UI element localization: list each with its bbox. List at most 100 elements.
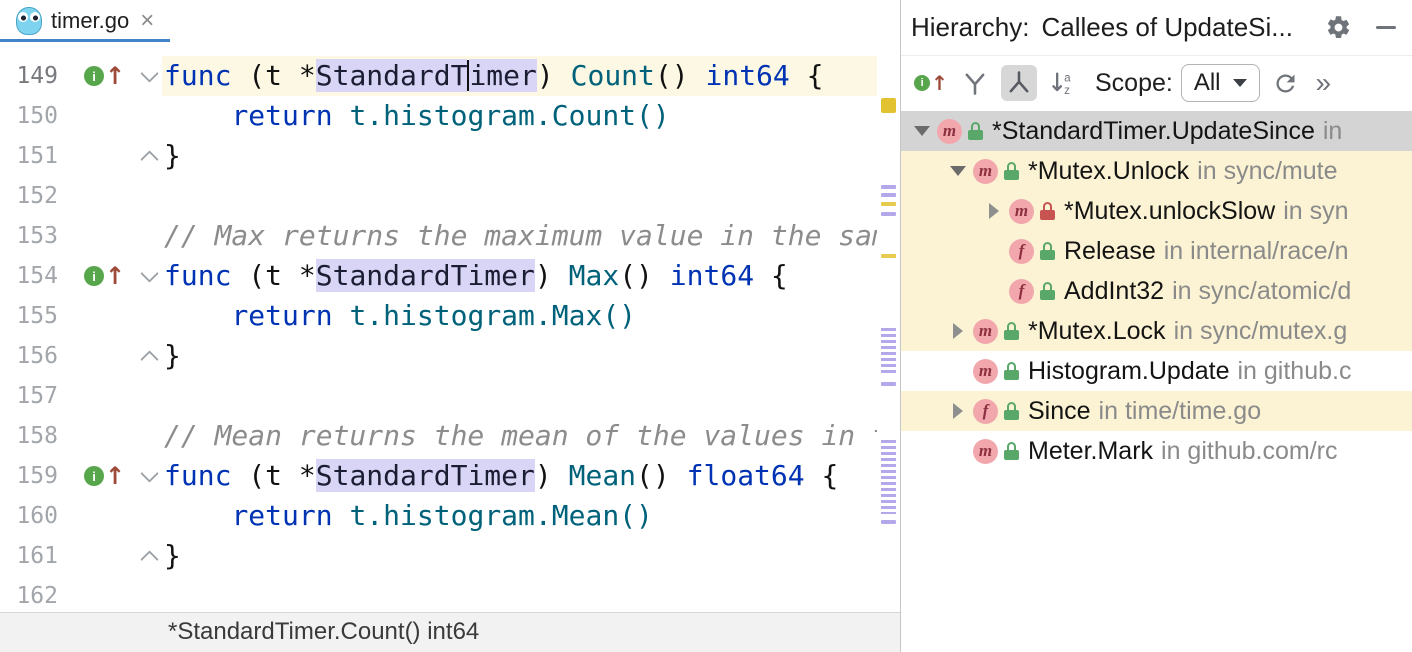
line-number[interactable]: 153 [0, 216, 60, 256]
code-line[interactable]: 154i↑func (t *StandardTimer) Max() int64… [0, 256, 877, 296]
implements-icon[interactable]: i [84, 266, 104, 286]
code-line[interactable]: 155 return t.histogram.Max() [0, 296, 877, 336]
refresh-icon[interactable] [1268, 65, 1304, 101]
line-number[interactable]: 155 [0, 296, 60, 336]
fold-gutter[interactable] [136, 336, 162, 376]
override-up-arrow-icon[interactable]: ↑ [105, 64, 125, 88]
line-number[interactable]: 162 [0, 576, 60, 612]
fold-gutter[interactable] [136, 456, 162, 496]
expand-arrow-icon[interactable] [979, 203, 1009, 219]
fold-open-icon[interactable] [140, 264, 158, 282]
fold-gutter[interactable] [136, 416, 162, 456]
code-line[interactable]: 158// Mean returns the mean of the value… [0, 416, 877, 456]
visibility-lock-icon [968, 121, 983, 141]
line-number[interactable]: 157 [0, 376, 60, 416]
caller-hierarchy-icon[interactable] [957, 65, 993, 101]
implements-icon[interactable]: i [84, 66, 104, 86]
code-line[interactable]: 152 [0, 176, 877, 216]
code-line[interactable]: 151} [0, 136, 877, 176]
code-editor[interactable]: 149i↑func (t *StandardTimer) Count() int… [0, 42, 900, 612]
fold-gutter[interactable] [136, 216, 162, 256]
fold-gutter[interactable] [136, 376, 162, 416]
expand-arrow-icon[interactable] [943, 323, 973, 339]
hierarchy-node[interactable]: fAddInt32in sync/atomic/d [901, 271, 1412, 311]
gutter-icons [60, 376, 136, 416]
panel-title-value: Callees of UpdateSi... [1041, 12, 1292, 43]
code-line[interactable]: 157 [0, 376, 877, 416]
fold-gutter[interactable] [136, 296, 162, 336]
override-up-arrow-icon[interactable]: ↑ [105, 464, 125, 488]
fold-gutter[interactable] [136, 56, 162, 96]
hide-panel-button[interactable] [1376, 26, 1396, 29]
implements-icon[interactable]: i [84, 466, 104, 486]
fold-open-icon[interactable] [140, 464, 158, 482]
line-number[interactable]: 152 [0, 176, 60, 216]
hierarchy-node[interactable]: fReleasein internal/race/n [901, 231, 1412, 271]
hierarchy-node[interactable]: m*StandardTimer.UpdateSincein [901, 111, 1412, 151]
tab-close-icon[interactable]: × [138, 9, 154, 33]
fold-end-icon[interactable] [140, 550, 158, 568]
code-line[interactable]: 156} [0, 336, 877, 376]
scrollbar-marker[interactable] [881, 520, 896, 524]
fold-gutter[interactable] [136, 576, 162, 612]
code-line[interactable]: 162 [0, 576, 877, 612]
code-line[interactable]: 149i↑func (t *StandardTimer) Count() int… [0, 56, 877, 96]
fold-gutter[interactable] [136, 256, 162, 296]
line-number[interactable]: 150 [0, 96, 60, 136]
scrollbar-marker[interactable] [881, 98, 896, 113]
code-line[interactable]: 160 return t.histogram.Mean() [0, 496, 877, 536]
code-text: return t.histogram.Max() [162, 296, 877, 336]
hierarchy-node[interactable]: m*Mutex.Unlockin sync/mute [901, 151, 1412, 191]
fold-gutter[interactable] [136, 96, 162, 136]
callee-hierarchy-icon[interactable] [1001, 65, 1037, 101]
lock-body [1004, 370, 1019, 380]
tab-title: timer.go [51, 8, 129, 34]
line-number[interactable]: 158 [0, 416, 60, 456]
sort-alphabetically-icon[interactable]: az [1045, 65, 1081, 101]
code-line[interactable]: 161} [0, 536, 877, 576]
expand-arrow-icon[interactable] [943, 403, 973, 419]
hierarchy-node[interactable]: fSincein time/time.go [901, 391, 1412, 431]
scrollbar-marker[interactable] [881, 382, 896, 386]
hierarchy-node[interactable]: m*Mutex.unlockSlowin syn [901, 191, 1412, 231]
scrollbar-marker[interactable] [881, 254, 896, 258]
line-number[interactable]: 156 [0, 336, 60, 376]
expand-arrow-icon[interactable] [943, 166, 973, 176]
scrollbar-marker[interactable] [881, 440, 896, 514]
fold-gutter[interactable] [136, 136, 162, 176]
fold-gutter[interactable] [136, 536, 162, 576]
scrollbar-marker[interactable] [881, 185, 896, 189]
tab-timer-go[interactable]: timer.go × [0, 0, 170, 42]
line-number[interactable]: 161 [0, 536, 60, 576]
line-number[interactable]: 149 [0, 56, 60, 96]
settings-gear-icon[interactable] [1325, 14, 1352, 41]
expand-arrow-icon[interactable] [907, 126, 937, 136]
line-number[interactable]: 160 [0, 496, 60, 536]
editor-scrollbar[interactable] [878, 84, 900, 572]
code-text: func (t *StandardTimer) Mean() float64 { [162, 456, 877, 496]
code-line[interactable]: 153// Max returns the maximum value in t… [0, 216, 877, 256]
hierarchy-node[interactable]: m*Mutex.Lockin sync/mutex.g [901, 311, 1412, 351]
fold-end-icon[interactable] [140, 350, 158, 368]
line-number[interactable]: 154 [0, 256, 60, 296]
more-actions-icon[interactable]: » [1316, 67, 1332, 99]
hierarchy-node[interactable]: mHistogram.Updatein github.c [901, 351, 1412, 391]
scrollbar-marker[interactable] [881, 193, 896, 197]
line-number[interactable]: 159 [0, 456, 60, 496]
hierarchy-node[interactable]: mMeter.Markin github.com/rc [901, 431, 1412, 471]
gutter-icons [60, 496, 136, 536]
node-location: in syn [1283, 197, 1348, 226]
base-method-icon[interactable]: i↑ [913, 65, 949, 101]
scrollbar-marker[interactable] [881, 328, 896, 374]
fold-end-icon[interactable] [140, 150, 158, 168]
scrollbar-marker[interactable] [881, 212, 896, 216]
line-number[interactable]: 151 [0, 136, 60, 176]
code-line[interactable]: 159 i↑ func (t *StandardTimer) Mean() floa… [0, 456, 877, 496]
code-line[interactable]: 150 return t.histogram.Count() [0, 96, 877, 136]
fold-open-icon[interactable] [140, 64, 158, 82]
scope-dropdown[interactable]: All [1181, 64, 1260, 102]
fold-gutter[interactable] [136, 496, 162, 536]
scrollbar-marker[interactable] [881, 202, 896, 206]
override-up-arrow-icon[interactable]: ↑ [105, 264, 125, 288]
fold-gutter[interactable] [136, 176, 162, 216]
